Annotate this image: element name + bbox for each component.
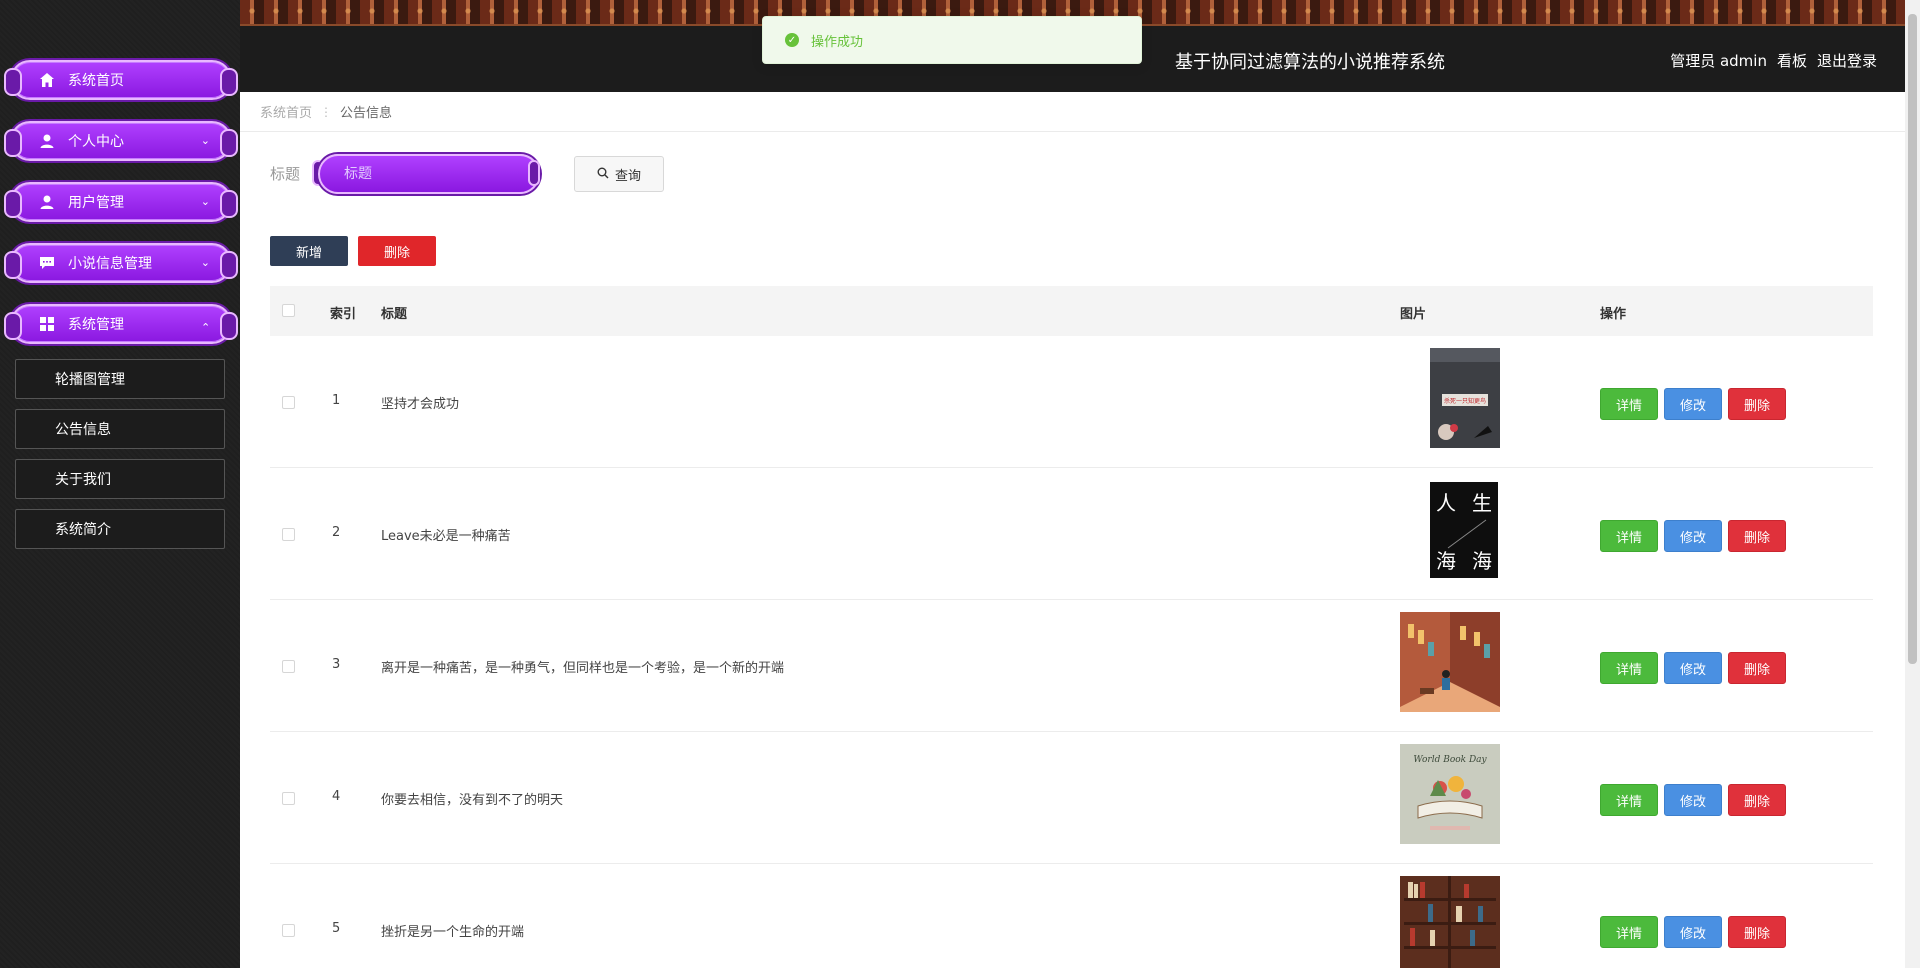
page-scrollbar[interactable]	[1905, 0, 1920, 968]
menu-home[interactable]: 系统首页	[4, 60, 238, 100]
cover2-char: 生	[1472, 491, 1492, 515]
menu-novel-management[interactable]: 小说信息管理 ⌄	[4, 243, 238, 283]
query-button[interactable]: 查询	[574, 156, 664, 192]
menu-label: 小说信息管理	[68, 256, 152, 272]
row-title: Leave未必是一种痛苦	[381, 529, 511, 544]
edit-button[interactable]: 修改	[1664, 784, 1722, 816]
title-search-input[interactable]	[318, 154, 540, 194]
row-title: 坚持才会成功	[381, 397, 460, 412]
header-index: 索引	[330, 307, 357, 322]
menu-label: 用户管理	[68, 195, 124, 211]
row-checkbox[interactable]	[282, 792, 295, 805]
site-title: 基于协同过滤算法的小说推荐系统	[1175, 52, 1445, 73]
row-checkbox[interactable]	[282, 396, 295, 409]
edit-button[interactable]: 修改	[1664, 520, 1722, 552]
header-image: 图片	[1400, 307, 1427, 322]
submenu-about-us[interactable]: 关于我们	[15, 459, 225, 499]
menu-label: 个人中心	[68, 134, 124, 150]
row-title: 你要去相信，没有到不了的明天	[381, 793, 564, 808]
table-header: 索引 标题 图片 操作	[270, 286, 1873, 336]
batch-delete-button[interactable]: 删除	[358, 236, 436, 266]
table-row: 3 离开是一种痛苦，是一种勇气，但同样也是一个考验，是一个新的开端 详情 修改 …	[270, 600, 1873, 732]
edit-button[interactable]: 修改	[1664, 916, 1722, 948]
detail-button[interactable]: 详情	[1600, 916, 1658, 948]
edit-button[interactable]: 修改	[1664, 388, 1722, 420]
row-index: 5	[332, 921, 341, 936]
row-title: 挫折是另一个生命的开端	[381, 925, 525, 940]
search-label: 标题	[270, 165, 301, 183]
row-checkbox[interactable]	[282, 528, 295, 541]
cover2-char: 人	[1436, 491, 1456, 515]
user-info: 管理员 admin 看板 退出登录	[1670, 50, 1877, 71]
user-label: 管理员 admin	[1670, 52, 1767, 70]
grid-icon	[38, 315, 56, 333]
success-toast: ✓ 操作成功	[762, 16, 1142, 64]
row-index: 2	[332, 525, 341, 540]
cover2-char: 海	[1472, 549, 1492, 573]
breadcrumb: 系统首页 ⋮ 公告信息	[240, 92, 1905, 132]
menu-system-management[interactable]: 系统管理 ⌄	[4, 304, 238, 344]
row-checkbox[interactable]	[282, 924, 295, 937]
menu-personal-center[interactable]: 个人中心 ⌄	[4, 121, 238, 161]
cover2-char: 海	[1436, 549, 1456, 573]
home-icon	[38, 71, 56, 89]
user-icon	[38, 132, 56, 150]
table-row: 2 Leave未必是一种痛苦 人 生 海 海 详情 修改 删除	[270, 468, 1873, 600]
delete-button[interactable]: 删除	[1728, 652, 1786, 684]
menu-label: 系统管理	[68, 317, 124, 333]
delete-button[interactable]: 删除	[1728, 916, 1786, 948]
board-link[interactable]: 看板	[1777, 50, 1807, 71]
row-index: 4	[332, 789, 341, 804]
row-checkbox[interactable]	[282, 660, 295, 673]
input-decoration-right	[528, 160, 540, 186]
select-all-checkbox[interactable]	[282, 304, 295, 317]
submenu-carousel[interactable]: 轮播图管理	[15, 359, 225, 399]
cover1-title: 杀死一只知更鸟	[1444, 397, 1486, 405]
chevron-up-icon: ⌄	[200, 320, 210, 333]
row-title: 离开是一种痛苦，是一种勇气，但同样也是一个考验，是一个新的开端	[381, 661, 785, 676]
check-circle-icon: ✓	[785, 33, 799, 47]
detail-button[interactable]: 详情	[1600, 388, 1658, 420]
sidebar: 系统首页 个人中心 ⌄ 用户管理 ⌄ 小说信息管理 ⌄ 系统管理 ⌄ 轮播图管理…	[0, 0, 240, 968]
user-icon	[38, 193, 56, 211]
breadcrumb-current: 公告信息	[340, 106, 393, 121]
edit-button[interactable]: 修改	[1664, 652, 1722, 684]
scrollbar-thumb[interactable]	[1908, 14, 1917, 664]
book-cover-image: 杀死一只知更鸟	[1430, 348, 1500, 448]
detail-button[interactable]: 详情	[1600, 652, 1658, 684]
detail-button[interactable]: 详情	[1600, 520, 1658, 552]
query-button-label: 查询	[614, 168, 641, 184]
table-row: 5 挫折是另一个生命的开端 详情 修改 删除	[270, 864, 1873, 968]
table-row: 1 坚持才会成功 杀死一只知更鸟 详情 修改 删除	[270, 336, 1873, 468]
delete-button[interactable]: 删除	[1728, 520, 1786, 552]
menu-user-management[interactable]: 用户管理 ⌄	[4, 182, 238, 222]
world-book-day-image: World Book Day	[1400, 744, 1500, 844]
add-button[interactable]: 新增	[270, 236, 348, 266]
breadcrumb-separator-icon: ⋮	[320, 104, 333, 119]
breadcrumb-home[interactable]: 系统首页	[260, 102, 312, 121]
delete-button[interactable]: 删除	[1728, 388, 1786, 420]
header-title: 标题	[381, 307, 408, 322]
cover4-title: World Book Day	[1413, 755, 1487, 765]
logout-link[interactable]: 退出登录	[1817, 50, 1877, 71]
chevron-down-icon: ⌄	[200, 134, 210, 147]
search-icon	[597, 167, 609, 182]
menu-label: 系统首页	[68, 73, 124, 89]
book-cover-image: 人 生 海 海	[1430, 482, 1498, 578]
row-index: 3	[332, 657, 341, 672]
table-row: 4 你要去相信，没有到不了的明天 World Book Day 详情 修改 删除	[270, 732, 1873, 864]
header-ops: 操作	[1600, 307, 1627, 322]
submenu-system-intro[interactable]: 系统简介	[15, 509, 225, 549]
announcement-table: 索引 标题 图片 操作 1 坚持才会成功 杀死一只知更鸟 详情 修改 删除 2 …	[270, 286, 1873, 968]
chevron-down-icon: ⌄	[200, 256, 210, 269]
delete-button[interactable]: 删除	[1728, 784, 1786, 816]
toast-message: 操作成功	[811, 34, 864, 50]
row-index: 1	[332, 393, 341, 408]
submenu-announcements[interactable]: 公告信息	[15, 409, 225, 449]
chat-icon	[38, 254, 56, 272]
bookshelf-image	[1400, 876, 1500, 968]
library-illustration-image	[1400, 612, 1500, 712]
detail-button[interactable]: 详情	[1600, 784, 1658, 816]
chevron-down-icon: ⌄	[200, 195, 210, 208]
